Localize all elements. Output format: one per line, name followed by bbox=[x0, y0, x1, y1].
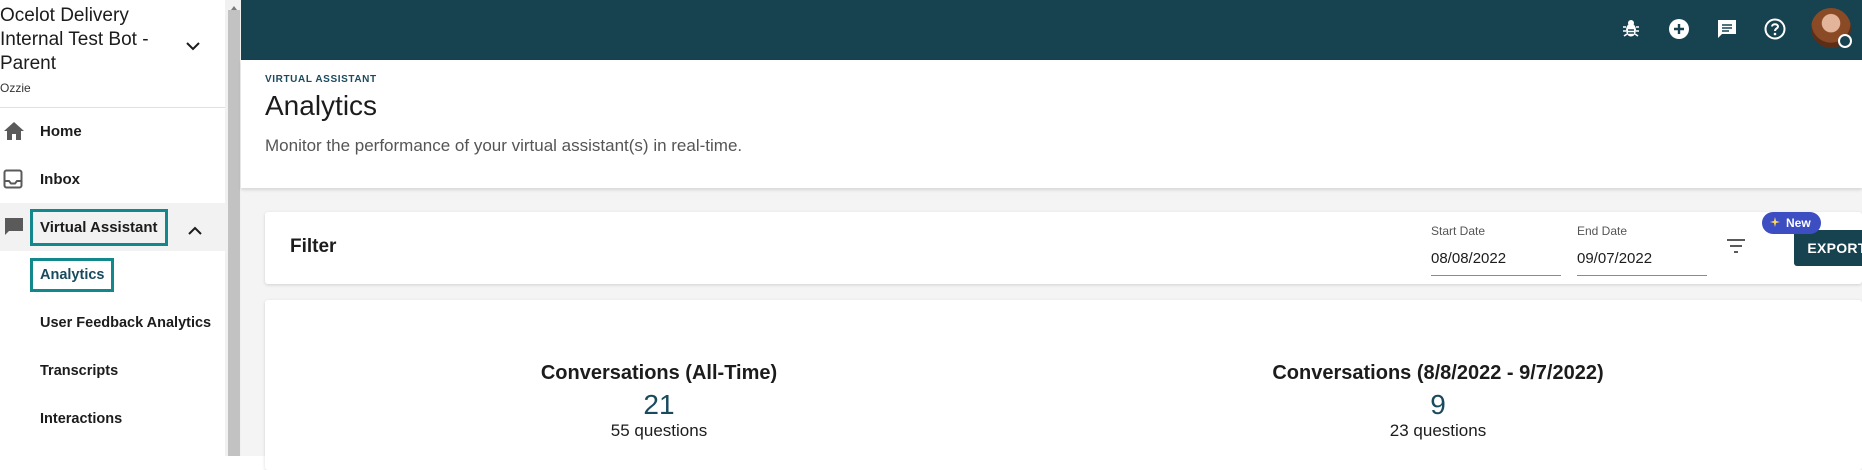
stat-value: 9 bbox=[1430, 389, 1446, 420]
sidebar-item-inbox[interactable]: Inbox bbox=[0, 155, 225, 203]
stat-all-time: Conversations (All-Time) 21 55 questions bbox=[449, 362, 869, 441]
sidebar-item-label: Virtual Assistant bbox=[30, 208, 168, 246]
main-content: VIRTUAL ASSISTANT Analytics Monitor the … bbox=[241, 60, 1862, 470]
new-badge-label: New bbox=[1786, 216, 1811, 230]
sidebar: Ocelot Delivery Internal Test Bot - Pare… bbox=[0, 0, 225, 456]
sidebar-item-virtual-assistant[interactable]: Virtual Assistant bbox=[0, 203, 225, 251]
add-circle-icon[interactable] bbox=[1664, 14, 1694, 44]
sidebar-subitem-label: User Feedback Analytics bbox=[40, 315, 212, 331]
stat-date-range: Conversations (8/8/2022 - 9/7/2022) 9 23… bbox=[1228, 362, 1648, 441]
start-date-label: Start Date bbox=[1431, 224, 1486, 238]
filter-icon[interactable] bbox=[1726, 238, 1746, 259]
home-icon bbox=[3, 121, 25, 145]
end-date-label: End Date bbox=[1577, 224, 1628, 238]
start-date-input[interactable]: 08/08/2022 bbox=[1431, 250, 1561, 276]
stat-title: Conversations (All-Time) bbox=[540, 362, 778, 384]
sparkle-icon bbox=[1770, 216, 1780, 230]
stat-value: 21 bbox=[643, 389, 675, 420]
chat-icon bbox=[3, 217, 25, 241]
page-header: VIRTUAL ASSISTANT Analytics Monitor the … bbox=[241, 60, 1862, 188]
sidebar-subitem-transcripts[interactable]: Transcripts bbox=[0, 347, 225, 395]
stat-title: Conversations (8/8/2022 - 9/7/2022) bbox=[1272, 362, 1604, 384]
conversation-stats-card: Conversations (All-Time) 21 55 questions… bbox=[265, 300, 1862, 470]
org-switcher[interactable]: Ocelot Delivery Internal Test Bot - Pare… bbox=[0, 4, 200, 95]
sidebar-subitem-label: Interactions bbox=[40, 411, 123, 427]
new-badge: New bbox=[1762, 212, 1821, 234]
org-subtitle: Ozzie bbox=[0, 81, 31, 95]
org-title: Ocelot Delivery Internal Test Bot - Pare… bbox=[0, 5, 149, 74]
chevron-up-icon[interactable] bbox=[188, 222, 202, 239]
scroll-up-arrow-icon[interactable] bbox=[228, 0, 240, 10]
sidebar-item-label: Inbox bbox=[40, 170, 80, 188]
stat-subvalue: 55 questions bbox=[610, 421, 708, 440]
export-button[interactable]: EXPORT bbox=[1794, 230, 1862, 266]
page-subtitle: Monitor the performance of your virtual … bbox=[265, 136, 743, 155]
stat-subvalue: 23 questions bbox=[1389, 421, 1487, 440]
page-title: Analytics bbox=[265, 90, 378, 121]
status-indicator bbox=[1838, 34, 1852, 48]
filter-bar: Filter Start Date 08/08/2022 End Date 09… bbox=[265, 212, 1862, 284]
sidebar-subitem-label: Analytics bbox=[29, 258, 115, 292]
breadcrumb: VIRTUAL ASSISTANT bbox=[265, 74, 377, 85]
start-date-field[interactable]: Start Date 08/08/2022 bbox=[1431, 224, 1561, 276]
filter-title: Filter bbox=[290, 236, 337, 257]
sidebar-item-home[interactable]: Home bbox=[0, 107, 225, 155]
sidebar-subitem-user-feedback-analytics[interactable]: User Feedback Analytics bbox=[0, 299, 225, 347]
inbox-icon bbox=[3, 169, 23, 193]
help-icon[interactable] bbox=[1760, 14, 1790, 44]
end-date-input[interactable]: 09/07/2022 bbox=[1577, 250, 1707, 276]
sidebar-subitem-label: Transcripts bbox=[40, 363, 119, 379]
sidebar-subitem-analytics[interactable]: Analytics bbox=[0, 251, 225, 299]
sidebar-subitem-interactions[interactable]: Interactions bbox=[0, 395, 225, 443]
chat-icon[interactable] bbox=[1712, 14, 1742, 44]
sidebar-scrollbar-thumb[interactable] bbox=[228, 10, 240, 456]
chevron-down-icon[interactable] bbox=[186, 38, 200, 56]
sidebar-item-label: Home bbox=[40, 122, 82, 140]
bug-icon[interactable] bbox=[1616, 14, 1646, 44]
end-date-field[interactable]: End Date 09/07/2022 bbox=[1577, 224, 1707, 276]
